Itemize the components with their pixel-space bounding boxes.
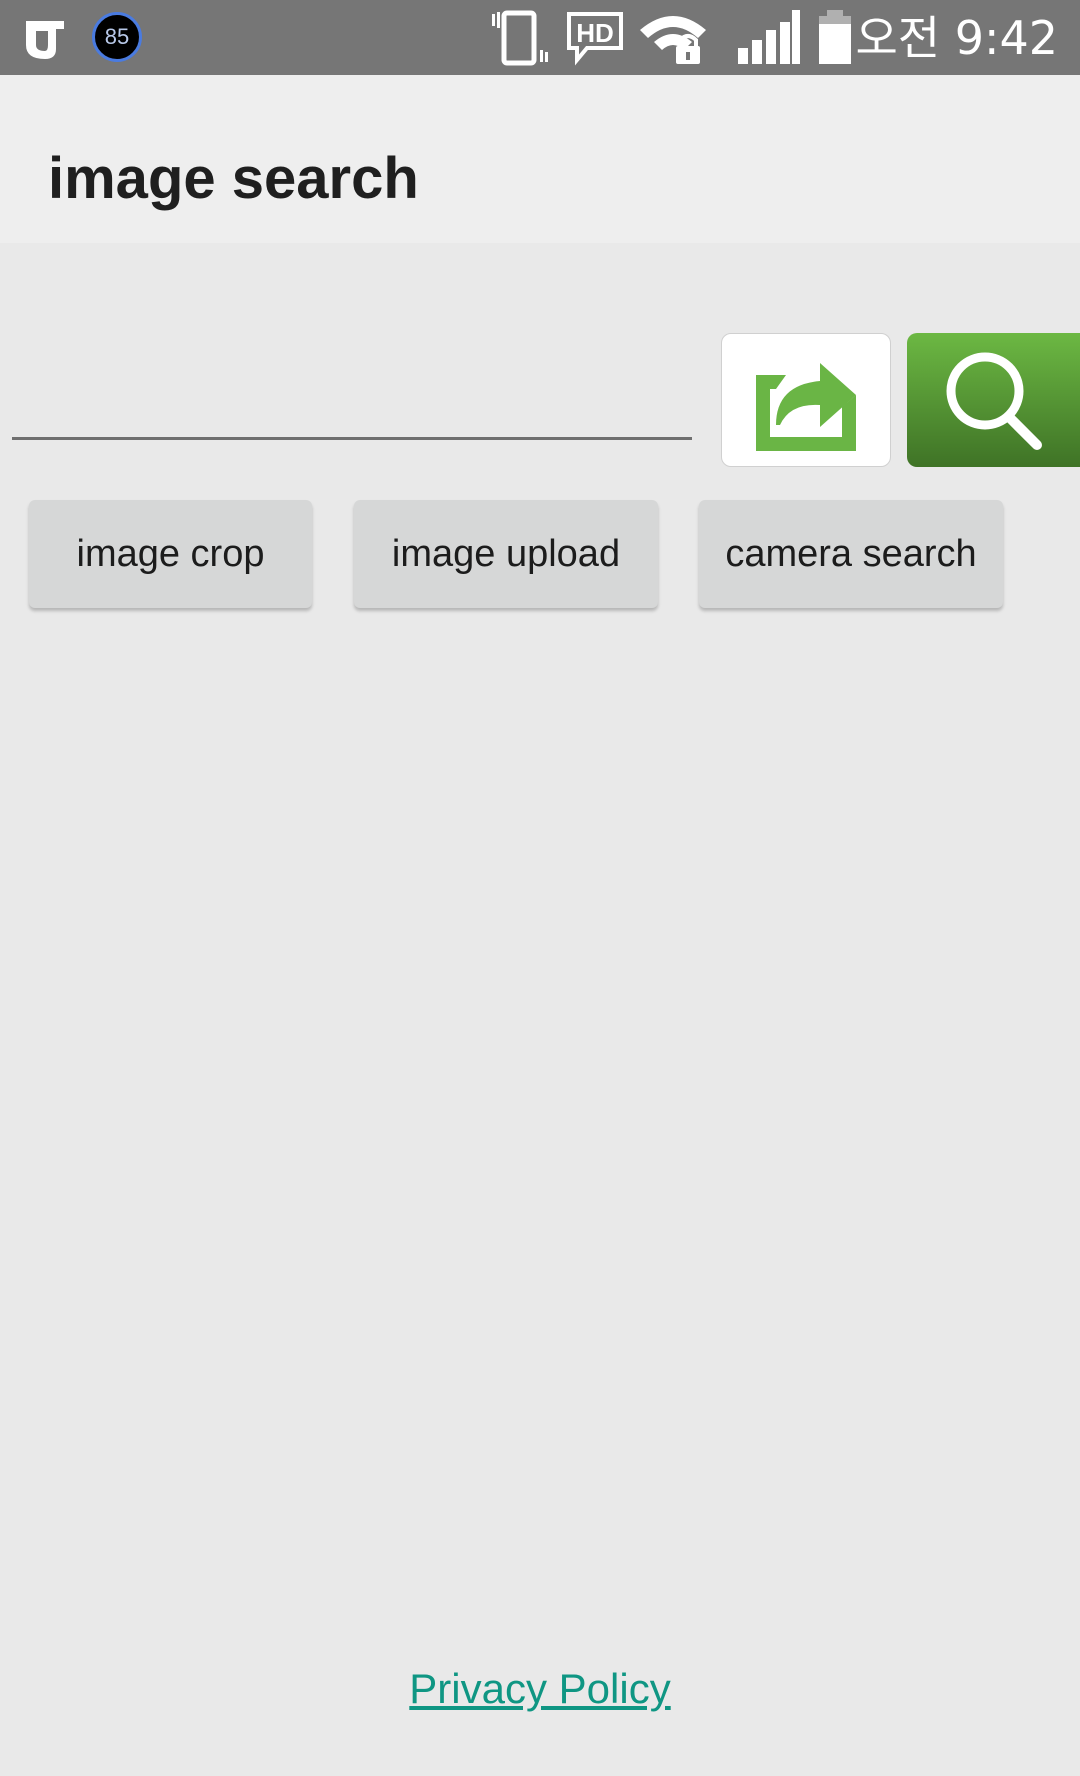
image-upload-button[interactable]: image upload xyxy=(354,500,658,608)
status-bar: 85 HD 오전 9:42 xyxy=(0,0,1080,75)
wifi-lock-icon xyxy=(640,16,706,64)
hd-voice-icon: HD xyxy=(567,12,623,66)
share-button[interactable] xyxy=(721,333,891,467)
clock: 오전 9:42 xyxy=(855,11,1058,65)
camera-search-button[interactable]: camera search xyxy=(699,500,1003,608)
svg-text:HD: HD xyxy=(576,18,614,48)
badge-value: 85 xyxy=(104,24,130,49)
signal-icon xyxy=(738,10,800,64)
privacy-policy-label[interactable]: Privacy Policy xyxy=(409,1665,670,1712)
vibrate-icon xyxy=(492,10,548,66)
share-icon xyxy=(756,363,856,451)
search-button[interactable] xyxy=(907,333,1080,467)
app-logo-icon xyxy=(26,21,64,59)
app-toolbar: image search xyxy=(0,75,1080,243)
battery-icon xyxy=(819,10,851,64)
privacy-policy-link[interactable]: Privacy Policy xyxy=(0,1665,1080,1713)
image-crop-button[interactable]: image crop xyxy=(29,500,312,608)
search-icon xyxy=(946,352,1042,450)
search-input[interactable] xyxy=(12,340,692,440)
notification-badge: 85 xyxy=(92,12,142,62)
page-title: image search xyxy=(48,146,419,211)
